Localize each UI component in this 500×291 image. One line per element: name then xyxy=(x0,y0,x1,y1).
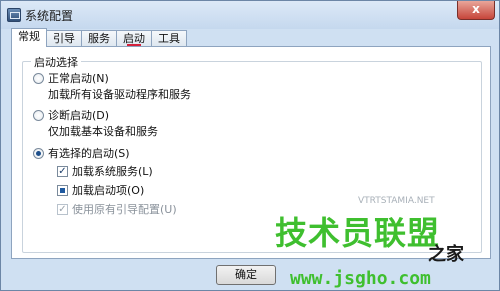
diagnostic-startup-description: 仅加载基本设备和服务 xyxy=(48,125,158,138)
watermark-url: www.jsgho.com xyxy=(290,268,431,289)
watermark-faint-text: VTRTSTAMIA.NET xyxy=(358,196,435,206)
radio-icon xyxy=(33,72,44,84)
ok-button[interactable]: 确定 xyxy=(216,265,276,285)
normal-startup-description: 加载所有设备驱动程序和服务 xyxy=(48,88,191,101)
load-startup-items-checkbox[interactable]: 加载启动项(O) xyxy=(57,182,144,198)
diagnostic-startup-label: 诊断启动(D) xyxy=(48,109,110,122)
group-title: 启动选择 xyxy=(31,54,81,70)
radio-icon xyxy=(33,109,44,121)
selective-startup-label: 有选择的启动(S) xyxy=(48,147,130,160)
tab-services[interactable]: 服务 xyxy=(81,30,117,47)
load-startup-items-label: 加载启动项(O) xyxy=(72,184,145,197)
watermark-suffix: 之家 xyxy=(428,244,464,265)
diagnostic-startup-radio[interactable]: 诊断启动(D) xyxy=(33,107,109,123)
radio-selected-icon xyxy=(33,147,44,159)
indeterminate-check-icon xyxy=(57,184,68,196)
checkmark-disabled-icon: ✓ xyxy=(57,203,68,215)
app-icon xyxy=(7,8,21,22)
window-title: 系统配置 xyxy=(25,9,74,23)
use-original-boot-config-checkbox: ✓ 使用原有引导配置(U) xyxy=(57,201,177,217)
tab-general[interactable]: 常规 xyxy=(11,28,47,47)
title-bar[interactable]: 系统配置 x xyxy=(1,1,499,29)
normal-startup-radio[interactable]: 正常启动(N) xyxy=(33,70,109,86)
tab-startup[interactable]: 启动 xyxy=(116,30,152,47)
close-button[interactable]: x xyxy=(457,1,495,20)
watermark-logo: 技术员联盟 xyxy=(275,214,441,252)
selective-startup-radio[interactable]: 有选择的启动(S) xyxy=(33,145,130,161)
use-original-boot-config-label: 使用原有引导配置(U) xyxy=(72,203,177,216)
normal-startup-label: 正常启动(N) xyxy=(48,72,109,85)
load-system-services-checkbox[interactable]: ✓ 加载系统服务(L) xyxy=(57,163,153,179)
tab-tools[interactable]: 工具 xyxy=(151,30,187,47)
load-system-services-label: 加载系统服务(L) xyxy=(72,165,153,178)
tab-boot[interactable]: 引导 xyxy=(46,30,82,47)
tab-strip: 常规 引导 服务 启动 工具 xyxy=(11,28,187,47)
checkmark-icon: ✓ xyxy=(57,165,68,177)
